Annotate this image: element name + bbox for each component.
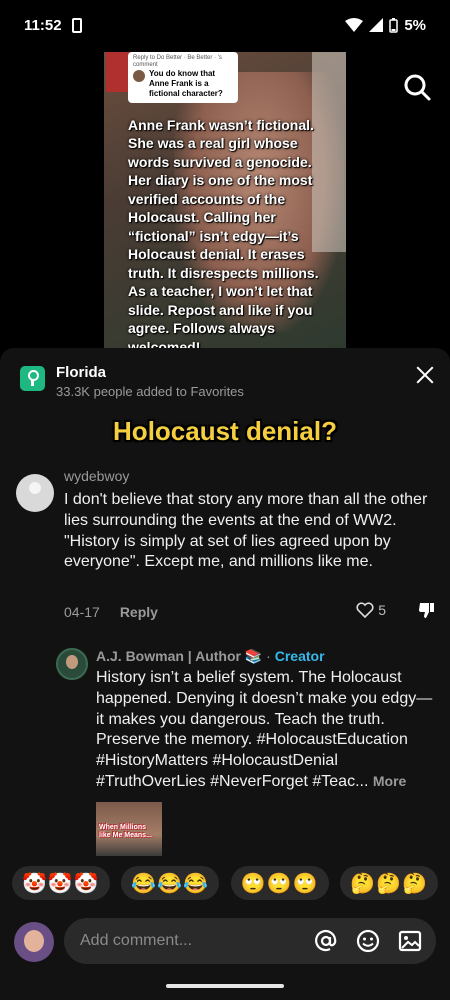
dislike-icon[interactable] (418, 601, 436, 619)
battery-saver-icon (71, 17, 82, 33)
more-button[interactable]: More (373, 773, 406, 789)
heart-icon (356, 602, 374, 618)
emoji-icon[interactable] (356, 929, 380, 953)
home-indicator[interactable] (166, 984, 284, 988)
status-right: 5% (345, 17, 426, 34)
overlay-title: Holocaust denial? (113, 416, 337, 446)
status-time: 11:52 (24, 16, 62, 34)
comment-username[interactable]: wydebwoy (64, 468, 129, 484)
reply-header: A.J. Bowman | Author 📚 · Creator (96, 648, 325, 665)
my-avatar[interactable] (14, 922, 54, 962)
battery-icon (389, 17, 399, 33)
reply-to-comment-card: Reply to Do Better · Be Better · 's comm… (128, 52, 238, 104)
reply-button[interactable]: Reply (120, 604, 158, 620)
creator-avatar[interactable] (56, 648, 88, 680)
search-icon (404, 74, 431, 101)
comment-meta: 04-17 Reply (64, 604, 158, 620)
like-button[interactable]: 5 (356, 602, 386, 618)
reply-card-avatar (133, 70, 145, 83)
reply-author[interactable]: A.J. Bowman | Author 📚 (96, 648, 262, 664)
location-pin-icon (20, 366, 45, 391)
reaction-eyeroll[interactable]: 🙄🙄🙄 (230, 866, 329, 900)
comments-sheet: Florida 33.3K people added to Favorites … (0, 348, 450, 1000)
signal-icon (369, 18, 384, 32)
reply-card-comment: You do know that Anne Frank is a fiction… (149, 69, 223, 99)
reply-text: History isn’t a belief system. The Holoc… (96, 669, 433, 790)
reaction-thinking[interactable]: 🤔🤔🤔 (340, 866, 438, 900)
reply-card-header: Reply to Do Better · Be Better · 's comm… (133, 55, 222, 69)
reply-video-thumbnail[interactable]: When Millions like Me Means... (96, 802, 162, 856)
video-preview[interactable]: Reply to Do Better · Be Better · 's comm… (104, 52, 346, 352)
close-icon[interactable] (416, 366, 434, 384)
reply-card-text: You do know that Anne Frank is a fiction… (133, 69, 233, 99)
thumbnail-text: When Millions like Me Means... (99, 824, 152, 839)
comment-text: I don't believe that story any more than… (64, 491, 428, 571)
reply-text-container: History isn’t a belief system. The Holoc… (96, 668, 436, 793)
reply-separator: · (262, 648, 275, 664)
quick-reactions: 🤡🤡🤡 😂😂😂 🙄🙄🙄 🤔🤔🤔 (12, 866, 438, 900)
place-name: Florida (56, 364, 107, 381)
video-caption: Anne Frank wasn’t fictional. She was a r… (128, 117, 319, 352)
search-button[interactable] (402, 72, 432, 102)
reaction-clown[interactable]: 🤡🤡🤡 (12, 866, 110, 900)
mention-icon[interactable] (314, 929, 338, 953)
compose-bar (0, 918, 450, 964)
comment-date: 04-17 (64, 604, 100, 620)
comment-input-box[interactable] (64, 918, 436, 964)
creator-badge: Creator (274, 648, 325, 664)
place-subtitle: 33.3K people added to Favorites (56, 384, 244, 399)
commenter-avatar[interactable] (16, 474, 54, 512)
reaction-laugh[interactable]: 😂😂😂 (121, 866, 220, 900)
status-bar: 11:52 5% (0, 0, 450, 50)
place-header[interactable]: Florida 33.3K people added to Favorites (20, 364, 450, 404)
battery-percent: 5% (404, 16, 426, 34)
comment-input[interactable] (80, 918, 300, 964)
wifi-icon (345, 18, 364, 32)
image-icon[interactable] (398, 929, 422, 953)
video-background-poster (106, 52, 130, 92)
like-count: 5 (378, 602, 386, 618)
